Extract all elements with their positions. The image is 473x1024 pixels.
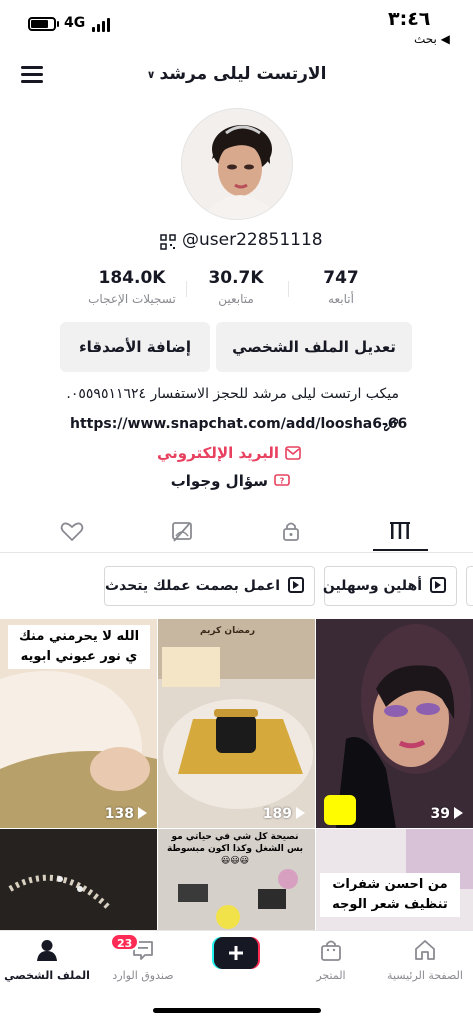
video-caption: نصيحة كل شي في حياتي مو بس الشغل وكذا اك… bbox=[166, 832, 304, 866]
following-stat[interactable]: 747 أتابعه bbox=[281, 268, 401, 306]
followers-label: متابعين bbox=[218, 292, 254, 306]
likes-count: 184.0K bbox=[98, 268, 166, 288]
avatar[interactable] bbox=[181, 108, 293, 220]
video-caption: من احسن شفرات تنظيف شعر الوجه bbox=[320, 873, 460, 917]
home-indicator bbox=[153, 1008, 321, 1013]
create-button[interactable] bbox=[191, 937, 281, 973]
tab-videos[interactable] bbox=[380, 518, 420, 546]
view-count: 39 bbox=[431, 806, 463, 822]
email-label: البريد الإلكتروني bbox=[157, 444, 279, 462]
playlist-chip-1[interactable]: أهلين وسهلين bbox=[322, 566, 457, 606]
status-time: ٣:٤٦ bbox=[388, 8, 431, 30]
username: @user22851118 bbox=[182, 230, 323, 250]
inbox-badge: 23 bbox=[110, 933, 140, 951]
nav-home-label: الصفحة الرئيسية bbox=[387, 969, 463, 982]
playlist-chip-3[interactable] bbox=[466, 566, 473, 606]
playlist-icon bbox=[430, 577, 446, 593]
grid-icon bbox=[390, 522, 410, 539]
video-thumbnail[interactable] bbox=[0, 829, 157, 930]
followers-count: 30.7K bbox=[208, 268, 264, 288]
play-icon bbox=[138, 807, 147, 819]
video-thumbnail[interactable]: رمضان كريم 189 bbox=[158, 619, 315, 828]
plus-icon bbox=[212, 937, 260, 969]
bio-link[interactable]: https://www.snapchat.com/add/loosha6-66 bbox=[70, 416, 407, 432]
back-to-app-link[interactable]: ◀ بحث bbox=[414, 32, 450, 46]
playlist-chip-2[interactable]: اعمل بصمت عملك يتحدث bbox=[104, 566, 315, 606]
lock-icon bbox=[283, 522, 299, 541]
video-caption: الله لا يحرمني منك ي نور عيوني ابويه bbox=[8, 625, 150, 669]
chevron-down-icon: ∨ bbox=[146, 67, 156, 81]
view-count: 138 bbox=[105, 806, 147, 822]
tab-divider bbox=[0, 552, 473, 553]
play-icon bbox=[454, 807, 463, 819]
play-icon bbox=[296, 807, 305, 819]
qr-code-icon[interactable] bbox=[160, 234, 176, 250]
nav-shop-label: المتجر bbox=[316, 969, 346, 982]
nav-profile-label: الملف الشخصي bbox=[4, 969, 90, 982]
video-thumbnail[interactable]: الله لا يحرمني منك ي نور عيوني ابويه 138 bbox=[0, 619, 157, 828]
account-switcher[interactable]: الارتست ليلى مرشد∨ bbox=[0, 64, 473, 84]
network-type: 4G bbox=[64, 15, 86, 31]
active-tab-indicator bbox=[373, 549, 428, 551]
nav-profile[interactable]: الملف الشخصي bbox=[2, 937, 92, 982]
email-link[interactable]: البريد الإلكتروني bbox=[157, 444, 301, 462]
likes-label: تسجيلات الإعجاب bbox=[88, 292, 176, 306]
nav-shop[interactable]: المتجر bbox=[286, 937, 376, 982]
nav-home[interactable]: الصفحة الرئيسية bbox=[380, 937, 470, 982]
hidden-video-icon bbox=[172, 522, 192, 542]
playlist-label: اعمل بصمت عملك يتحدث bbox=[104, 578, 280, 594]
tab-liked[interactable] bbox=[52, 518, 92, 546]
battery-tip bbox=[57, 21, 59, 27]
following-count: 747 bbox=[323, 268, 359, 288]
mail-icon bbox=[285, 446, 301, 460]
page-title: الارتست ليلى مرشد bbox=[159, 64, 327, 84]
video-thumbnail[interactable]: 39 bbox=[316, 619, 473, 828]
nav-inbox-label: صندوق الوارد bbox=[112, 969, 174, 982]
link-icon bbox=[383, 418, 399, 436]
signal-icon bbox=[92, 18, 112, 32]
following-label: أتابعه bbox=[328, 292, 354, 306]
qa-label: سؤال وجواب bbox=[170, 472, 268, 490]
svg-text:?: ? bbox=[280, 477, 285, 486]
qa-link[interactable]: ? سؤال وجواب bbox=[171, 472, 290, 490]
likes-stat: 184.0K تسجيلات الإعجاب bbox=[72, 268, 192, 306]
profile-icon bbox=[37, 940, 57, 961]
playlist-icon bbox=[288, 577, 304, 593]
battery-icon bbox=[28, 17, 56, 31]
home-icon bbox=[415, 940, 435, 960]
question-icon: ? bbox=[274, 474, 290, 488]
video-thumbnail[interactable]: من احسن شفرات تنظيف شعر الوجه bbox=[316, 829, 473, 930]
followers-stat[interactable]: 30.7K متابعين bbox=[176, 268, 296, 306]
edit-profile-button[interactable]: تعديل الملف الشخصي bbox=[216, 322, 412, 372]
video-caption: رمضان كريم bbox=[200, 626, 256, 636]
shopping-bag-icon bbox=[321, 940, 341, 961]
tab-private[interactable] bbox=[271, 518, 311, 546]
add-friends-button[interactable]: إضافة الأصدقاء bbox=[60, 322, 210, 372]
heart-icon bbox=[60, 522, 84, 541]
bio-text: ميكب ارتست ليلى مرشد للحجز الاستفسار ٠٥٥… bbox=[66, 386, 399, 402]
video-thumbnail[interactable]: نصيحة كل شي في حياتي مو بس الشغل وكذا اك… bbox=[158, 829, 315, 930]
playlist-label: أهلين وسهلين bbox=[322, 578, 422, 594]
view-count: 189 bbox=[263, 806, 305, 822]
tab-reposts[interactable] bbox=[162, 518, 202, 546]
